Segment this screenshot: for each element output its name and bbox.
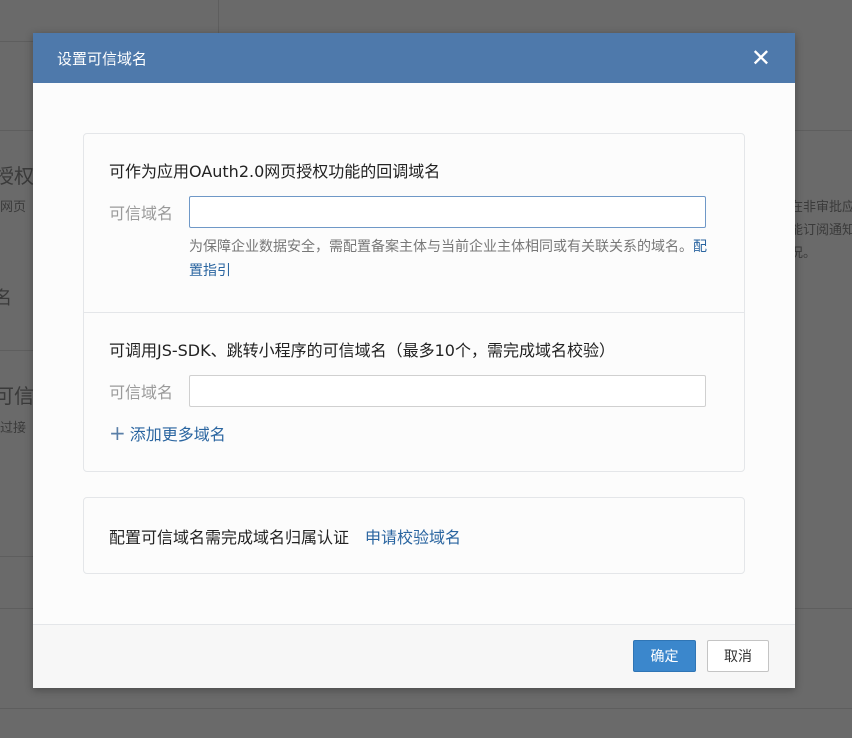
oauth-section: 可作为应用OAuth2.0网页授权功能的回调域名 可信域名 为保障企业数据安全，… [84,134,744,313]
verify-text: 配置可信域名需完成域名归属认证 [109,527,350,547]
divider [0,556,33,557]
add-more-label: 添加更多域名 [129,425,226,444]
dialog-title: 设置可信域名 [57,49,148,68]
bg-text: 授权 [0,164,33,188]
add-more-domains-link[interactable]: + 添加更多域名 [109,421,226,445]
dialog-footer: 确定 取消 [33,624,795,688]
apply-verify-link[interactable]: 申请校验域名 [365,524,461,548]
divider [218,0,219,33]
oauth-domain-label: 可信域名 [109,204,174,223]
bg-text: 网页 [0,200,27,215]
bg-text: 可信 [0,384,33,408]
bg-text: 在非审批应 [790,200,852,215]
divider [0,350,33,351]
bg-text: 能订阅通知 [790,223,852,238]
bg-text: 况。 [790,246,817,261]
close-icon[interactable]: ✕ [751,46,771,70]
oauth-domain-input[interactable] [189,196,706,228]
jssdk-section: 可调用JS-SDK、跳转小程序的可信域名（最多10个，需完成域名校验） 可信域名… [84,313,744,445]
divider [0,708,852,709]
bg-text: 名 [0,288,12,309]
dialog-header: 设置可信域名 ✕ [33,33,795,83]
plus-icon: + [109,421,126,445]
jssdk-domain-input[interactable] [189,375,706,407]
confirm-button[interactable]: 确定 [633,640,696,672]
jssdk-domain-label: 可信域名 [109,383,174,402]
oauth-title: 可作为应用OAuth2.0网页授权功能的回调域名 [109,162,441,181]
jssdk-title: 可调用JS-SDK、跳转小程序的可信域名（最多10个，需完成域名校验） [109,341,615,360]
hint-text: 为保障企业数据安全，需配置备案主体与当前企业主体相同或有关联关系的域名。 [189,239,693,255]
divider [0,41,33,42]
oauth-hint: 为保障企业数据安全，需配置备案主体与当前企业主体相同或有关联关系的域名。配置指引 [189,235,709,283]
trusted-domain-dialog: 设置可信域名 ✕ 可作为应用OAuth2.0网页授权功能的回调域名 可信域名 为… [33,33,795,688]
domain-config-card: 可作为应用OAuth2.0网页授权功能的回调域名 可信域名 为保障企业数据安全，… [83,133,745,472]
cancel-button[interactable]: 取消 [707,640,769,672]
bg-text: 过接 [0,421,27,436]
verify-card: 配置可信域名需完成域名归属认证 申请校验域名 [83,497,745,574]
